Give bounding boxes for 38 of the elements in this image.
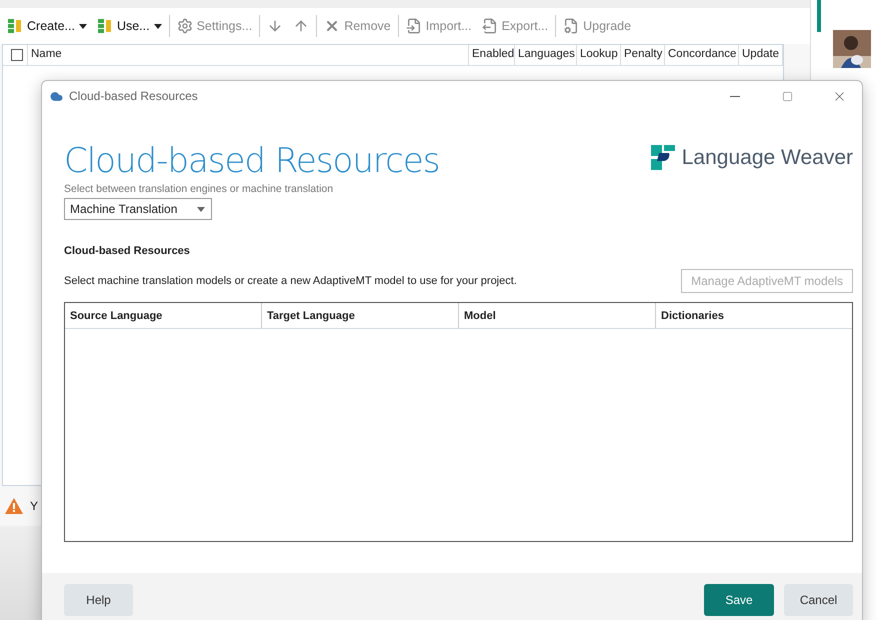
checkbox[interactable] [11, 49, 23, 61]
stack-icon [7, 18, 23, 34]
engine-dropdown[interactable]: Machine Translation [64, 198, 212, 220]
toolbar-button[interactable]: Create... [4, 16, 90, 36]
window-title: Cloud-based Resources [69, 89, 199, 103]
column-header[interactable]: Model [459, 303, 656, 328]
dialog-button[interactable]: Help [64, 584, 133, 616]
warning-icon [5, 498, 23, 514]
toolbar-button[interactable]: Use... [94, 16, 165, 36]
cog-file-icon [563, 18, 580, 34]
section-title: Cloud-based Resources [64, 245, 191, 257]
logo-icon [650, 145, 676, 170]
cloud-icon [50, 90, 63, 102]
dialog-button[interactable]: Save [704, 584, 774, 616]
column-header[interactable]: Target Language [262, 303, 459, 328]
maximize-icon [782, 90, 792, 102]
import-icon [406, 18, 422, 34]
select-label: Select between translation engines or machine translation [64, 183, 334, 195]
dialog-button[interactable]: Cancel [784, 584, 853, 616]
column-header[interactable]: Languages [515, 45, 577, 65]
column-header[interactable]: Source Language [65, 303, 262, 328]
column-header[interactable]: Lookup [577, 45, 621, 65]
gear-icon [176, 18, 193, 34]
column-header[interactable]: Dictionaries [656, 303, 852, 328]
column-header[interactable]: Enabled [469, 45, 515, 65]
column-header[interactable]: Concordance [665, 45, 739, 65]
stack-icon [96, 18, 113, 34]
dialog-heading: Cloud-based Resources [64, 141, 440, 181]
column-header[interactable]: Update [739, 45, 783, 65]
warning-text: Y [30, 499, 38, 513]
logo-text: Language Weaver [682, 146, 853, 170]
description-text: Select machine translation models or create a new AdaptiveMT model to use for your project. [64, 275, 517, 287]
caret-icon [154, 24, 162, 28]
caret-icon [78, 24, 87, 28]
column-header[interactable]: Name [28, 45, 469, 65]
export-icon [482, 18, 498, 34]
caret-icon [197, 206, 205, 212]
column-header[interactable]: Penalty [621, 45, 665, 65]
